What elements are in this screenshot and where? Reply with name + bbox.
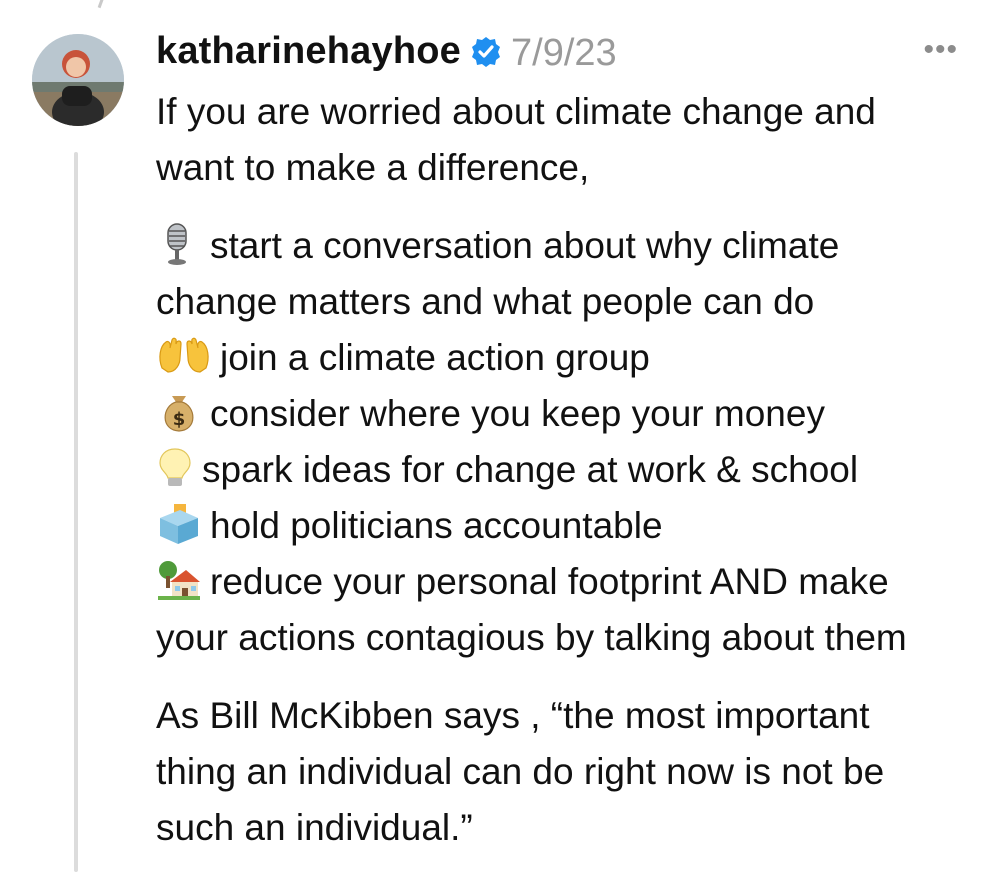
list-item: reduce your personal footprint AND make [156,554,986,610]
item-text: start a conversation about why climate [210,225,840,266]
house-with-garden-icon [156,558,202,602]
list-item: $ consider where you keep your money [156,386,986,442]
ballot-box-icon [156,502,202,546]
item-text-continued: change matters and what people can do [156,281,815,322]
item-text: reduce your personal footprint AND make [210,561,889,602]
quote-line-3: such an individual.” [156,807,473,848]
username[interactable]: katharinehayhoe [156,30,503,73]
avatar[interactable] [32,34,124,126]
post-date: 7/9/23 [511,32,617,74]
microphone-icon [156,222,202,266]
intro-line-1: If you are worried about climate change … [156,91,876,132]
item-text: join a climate action group [220,337,650,378]
quote-line-1: As Bill McKibben says , “the most import… [156,695,870,736]
raised-hands-icon [156,334,212,378]
verified-badge-icon [469,35,503,69]
money-bag-icon: $ [156,390,202,434]
thread-line [74,152,78,872]
post-body: If you are worried about climate change … [156,84,986,856]
more-options-icon[interactable]: ••• [923,35,958,65]
list-item: start a conversation about why climate [156,218,986,274]
item-text: spark ideas for change at work & school [202,449,859,490]
item-text-continued: your actions contagious by talking about… [156,617,907,658]
list-item: hold politicians accountable [156,498,986,554]
item-text: hold politicians accountable [210,505,663,546]
item-text: consider where you keep your money [210,393,825,434]
quote-line-2: thing an individual can do right now is … [156,751,885,792]
list-item: spark ideas for change at work & school [156,442,986,498]
svg-text:$: $ [173,409,186,430]
profile-photo [32,34,124,126]
list-item: join a climate action group [156,330,986,386]
light-bulb-icon [156,446,194,490]
thread-connector [86,0,105,9]
username-text[interactable]: katharinehayhoe [156,30,461,73]
intro-line-2: want to make a difference, [156,147,590,188]
